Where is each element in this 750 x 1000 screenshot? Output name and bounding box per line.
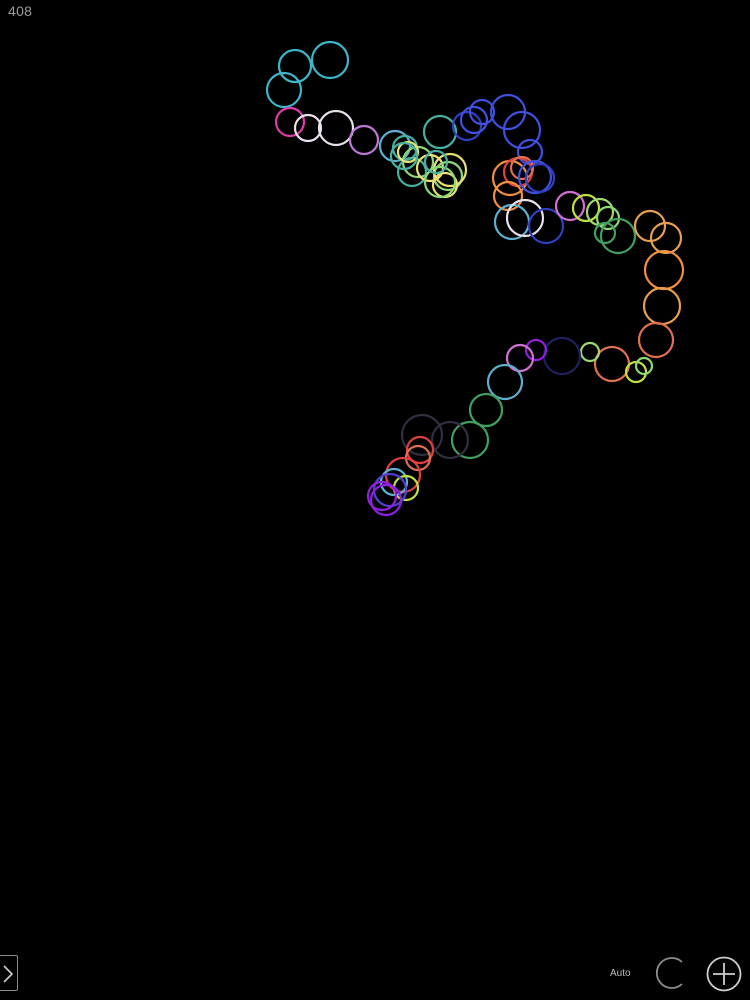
bubble-54 — [468, 392, 504, 428]
bubble-47 — [579, 341, 601, 363]
bubble-6 — [348, 124, 380, 156]
bubble-53 — [486, 363, 524, 401]
bubble-counter: 408 — [8, 3, 33, 19]
bubble-33 — [505, 198, 545, 238]
bubble-5 — [317, 109, 355, 147]
chevron-right-icon — [3, 965, 14, 983]
plus-circle-icon — [706, 956, 742, 992]
bubble-56 — [430, 420, 470, 460]
side-panel-toggle-button[interactable] — [0, 955, 18, 991]
bubble-0 — [310, 40, 350, 80]
bubble-50 — [542, 336, 582, 376]
bubble-45 — [637, 321, 675, 359]
bubble-38 — [595, 205, 621, 231]
bubble-46 — [593, 345, 631, 383]
bubble-12 — [422, 114, 458, 150]
add-button[interactable] — [705, 955, 743, 993]
bubble-20 — [451, 110, 483, 142]
bubble-55 — [450, 420, 490, 460]
auto-mode-label[interactable]: Auto — [610, 968, 631, 979]
bubble-4 — [293, 113, 323, 143]
bubble-3 — [274, 106, 306, 138]
bubble-44 — [642, 286, 682, 326]
refresh-arc-icon — [655, 957, 683, 989]
bubble-canvas[interactable] — [0, 0, 750, 1000]
clear-button[interactable] — [654, 955, 690, 991]
bubble-43 — [643, 249, 685, 291]
